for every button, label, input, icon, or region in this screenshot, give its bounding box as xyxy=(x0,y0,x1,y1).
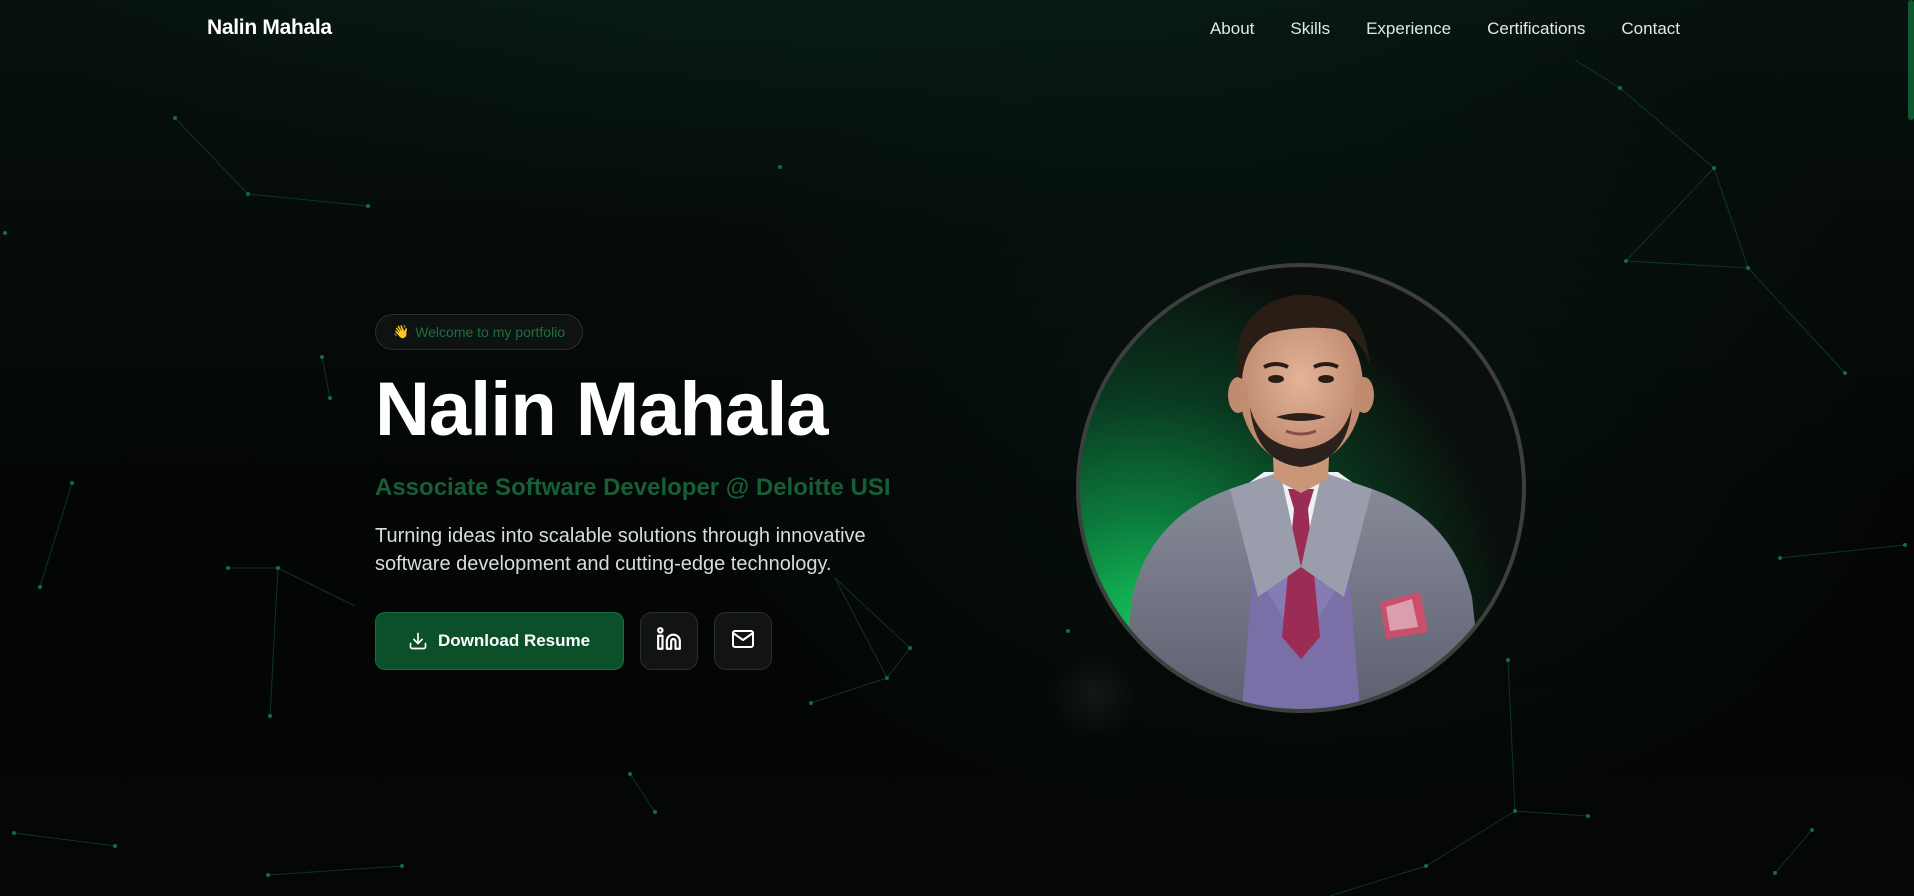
email-button[interactable] xyxy=(714,612,773,670)
top-navbar: Nalin Mahala About Skills Experience Cer… xyxy=(0,0,1914,58)
download-resume-label: Download Resume xyxy=(438,631,591,650)
nav-link-contact[interactable]: Contact xyxy=(1621,19,1680,39)
blurred-orb xyxy=(1050,650,1140,740)
nav-link-experience[interactable]: Experience xyxy=(1366,19,1451,39)
hero-name: Nalin Mahala xyxy=(375,367,829,452)
welcome-badge: 👋 Welcome to my portfolio xyxy=(375,314,584,350)
profile-photo-illustration xyxy=(1120,294,1484,709)
profile-photo xyxy=(1076,263,1526,713)
hero-actions: Download Resume xyxy=(375,612,975,670)
scroll-progress-indicator[interactable] xyxy=(1908,0,1914,120)
nav-link-skills[interactable]: Skills xyxy=(1290,19,1330,39)
waving-hand-icon: 👋 xyxy=(393,324,410,339)
linkedin-icon xyxy=(656,626,682,657)
mail-icon xyxy=(731,627,755,656)
linkedin-button[interactable] xyxy=(640,612,699,670)
nav-link-certifications[interactable]: Certifications xyxy=(1487,19,1585,39)
nav-link-about[interactable]: About xyxy=(1210,19,1254,39)
download-icon xyxy=(408,631,428,651)
brand-logo[interactable]: Nalin Mahala xyxy=(207,16,332,40)
hero-role: Associate Software Developer @ Deloitte … xyxy=(375,474,891,501)
hero-content: 👋 Welcome to my portfolio Nalin Mahala A… xyxy=(375,314,975,670)
portfolio-page: Nalin Mahala About Skills Experience Cer… xyxy=(0,0,1914,896)
download-resume-button[interactable]: Download Resume xyxy=(375,612,625,670)
welcome-badge-text: Welcome to my portfolio xyxy=(415,324,566,340)
nav-links: About Skills Experience Certifications C… xyxy=(1174,19,1680,39)
hero-description: Turning ideas into scalable solutions th… xyxy=(375,525,866,575)
